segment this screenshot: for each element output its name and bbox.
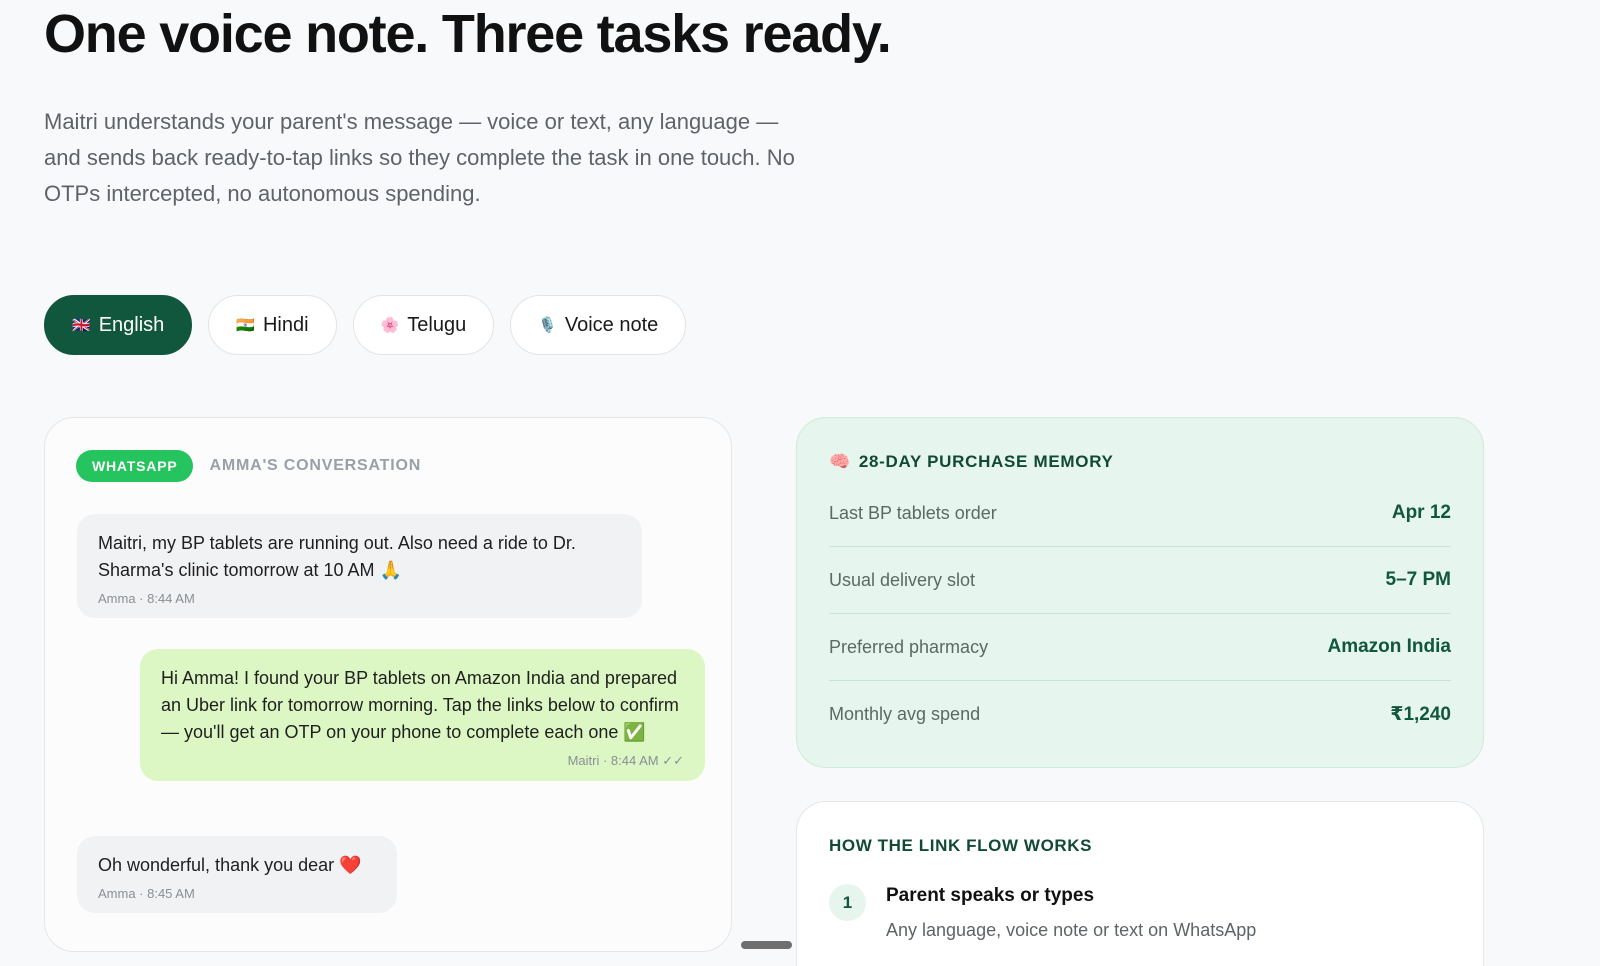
- flower-icon: 🌸: [380, 317, 400, 334]
- step-number: 1: [829, 884, 866, 921]
- tab-voice-note[interactable]: 🎙️ Voice note: [510, 295, 687, 355]
- memory-value: 5–7 PM: [1385, 569, 1451, 590]
- language-tabs: 🇬🇧 English 🇮🇳 Hindi 🌸 Telugu 🎙️ Voice no…: [44, 295, 687, 355]
- tab-english-label: English: [98, 313, 165, 336]
- memory-label: Preferred pharmacy: [829, 636, 989, 657]
- tab-english[interactable]: 🇬🇧 English: [44, 295, 193, 355]
- memory-value: Apr 12: [1391, 502, 1451, 523]
- message-text: Oh wonderful, thank you dear ❤️: [98, 855, 362, 875]
- step-title: Parent speaks or types: [886, 885, 1095, 906]
- tab-telugu-label: Telugu: [407, 313, 467, 336]
- message-meta: Amma · 8:44 AM: [98, 591, 195, 606]
- message-text: Hi Amma! I found your BP tablets on Amaz…: [161, 668, 679, 742]
- tab-hindi-label: Hindi: [262, 313, 309, 336]
- memory-label: Last BP tablets order: [829, 502, 997, 523]
- memory-label: Usual delivery slot: [829, 569, 976, 590]
- conversation-header: WHATSAPP AMMA'S CONVERSATION: [76, 450, 421, 482]
- page-headline: One voice note. Three tasks ready.: [44, 4, 892, 64]
- message-meta: Maitri · 8:44 AM ✓✓: [567, 753, 684, 768]
- memory-row: Usual delivery slot 5–7 PM: [829, 547, 1451, 614]
- memory-value: Amazon India: [1327, 636, 1451, 657]
- tab-telugu[interactable]: 🌸 Telugu: [352, 295, 495, 355]
- memory-row: Preferred pharmacy Amazon India: [829, 614, 1451, 681]
- flow-step: 1 Parent speaks or types Any language, v…: [829, 884, 1451, 941]
- incoming-message: Oh wonderful, thank you dear ❤️ Amma · 8…: [77, 836, 397, 913]
- link-flow-card: HOW THE LINK FLOW WORKS 1 Parent speaks …: [796, 801, 1484, 966]
- message-text: Maitri, my BP tablets are running out. A…: [98, 533, 576, 580]
- memory-row: Last BP tablets order Apr 12: [829, 480, 1451, 547]
- microphone-icon: 🎙️: [538, 317, 557, 334]
- brain-icon: 🧠: [829, 452, 851, 471]
- memory-value: ₹1,240: [1390, 704, 1451, 725]
- purchase-memory-card: 🧠 28-DAY PURCHASE MEMORY Last BP tablets…: [796, 417, 1484, 768]
- tab-voice-note-label: Voice note: [564, 313, 659, 336]
- purchase-memory-title: 28-DAY PURCHASE MEMORY: [858, 452, 1114, 471]
- purchase-memory-header: 🧠 28-DAY PURCHASE MEMORY: [829, 452, 1451, 472]
- scroll-handle[interactable]: [741, 941, 792, 949]
- conversation-title: AMMA'S CONVERSATION: [209, 457, 422, 474]
- step-description: Any language, voice note or text on What…: [886, 920, 1257, 940]
- outgoing-message: Hi Amma! I found your BP tablets on Amaz…: [140, 649, 705, 781]
- india-flag-icon: 🇮🇳: [236, 317, 255, 334]
- memory-label: Monthly avg spend: [829, 704, 981, 724]
- step-content: Parent speaks or types Any language, voi…: [886, 884, 1256, 941]
- message-meta: Amma · 8:45 AM: [98, 886, 195, 901]
- tab-hindi[interactable]: 🇮🇳 Hindi: [208, 295, 337, 355]
- landing-page: One voice note. Three tasks ready. Maitr…: [0, 0, 1600, 966]
- conversation-card: WHATSAPP AMMA'S CONVERSATION Maitri, my …: [44, 417, 732, 952]
- link-flow-title: HOW THE LINK FLOW WORKS: [829, 836, 1093, 855]
- intro-paragraph: Maitri understands your parent's message…: [44, 109, 795, 206]
- incoming-message: Maitri, my BP tablets are running out. A…: [77, 514, 642, 618]
- whatsapp-badge: WHATSAPP: [76, 450, 194, 482]
- uk-flag-icon: 🇬🇧: [72, 317, 91, 334]
- memory-row: Monthly avg spend ₹1,240: [829, 681, 1451, 748]
